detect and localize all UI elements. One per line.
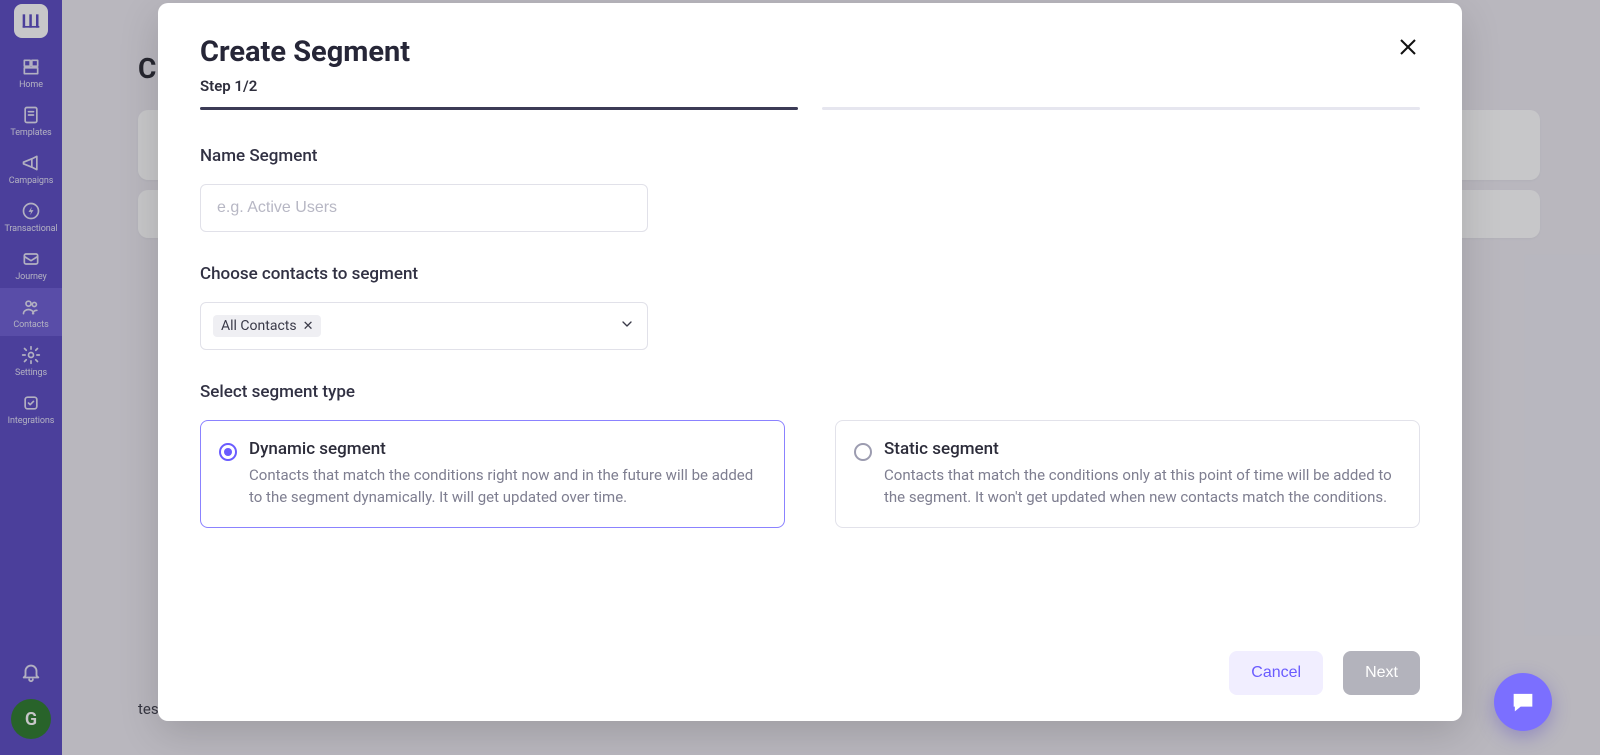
progress-step-1 (200, 107, 798, 110)
step-indicator: Step 1/2 (200, 77, 410, 95)
modal-title: Create Segment (200, 35, 410, 69)
progress-bar (200, 107, 1420, 110)
type-card-desc: Contacts that match the conditions only … (884, 465, 1399, 509)
chat-icon (1509, 688, 1537, 716)
name-segment-label: Name Segment (200, 146, 1420, 166)
radio-icon (854, 443, 872, 461)
segment-name-input[interactable] (200, 184, 648, 232)
type-card-title: Dynamic segment (249, 439, 764, 459)
chevron-down-icon (619, 316, 635, 336)
next-button[interactable]: Next (1343, 651, 1420, 695)
chip-label: All Contacts (221, 318, 297, 334)
create-segment-modal: Create Segment Step 1/2 Name Segment Cho… (158, 3, 1462, 721)
selected-contacts-chip: All Contacts ✕ (213, 315, 321, 337)
choose-contacts-label: Choose contacts to segment (200, 264, 1420, 284)
segment-type-static[interactable]: Static segment Contacts that match the c… (835, 420, 1420, 528)
type-card-title: Static segment (884, 439, 1399, 459)
segment-type-label: Select segment type (200, 382, 1420, 402)
type-card-desc: Contacts that match the conditions right… (249, 465, 764, 509)
close-icon (1396, 35, 1420, 59)
contacts-select[interactable]: All Contacts ✕ (200, 302, 648, 350)
radio-icon (219, 443, 237, 461)
segment-type-dynamic[interactable]: Dynamic segment Contacts that match the … (200, 420, 785, 528)
chip-remove-icon[interactable]: ✕ (303, 319, 314, 334)
cancel-button[interactable]: Cancel (1229, 651, 1323, 695)
chat-widget-button[interactable] (1494, 673, 1552, 731)
progress-step-2 (822, 107, 1420, 110)
close-button[interactable] (1396, 35, 1420, 64)
